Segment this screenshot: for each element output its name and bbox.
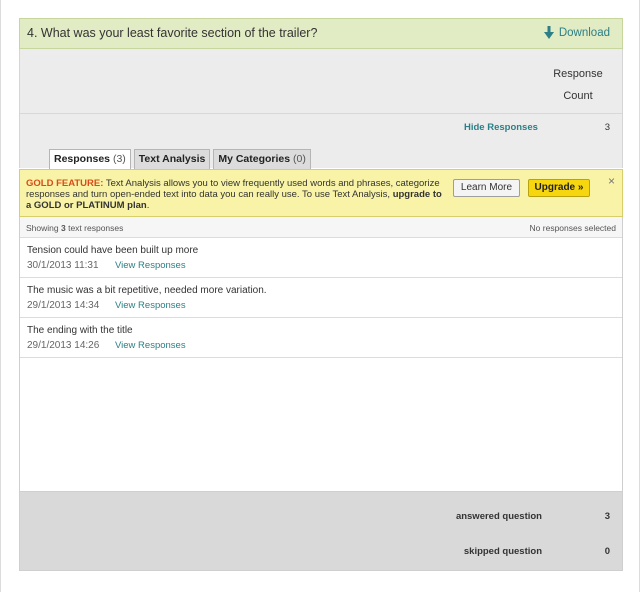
tab-responses[interactable]: Responses (3) bbox=[49, 149, 131, 170]
response-count-label: Response Count bbox=[553, 68, 603, 102]
gold-feature-banner: GOLD FEATURE: Text Analysis allows you t… bbox=[19, 169, 623, 217]
question-header: 4. What was your least favorite section … bbox=[19, 18, 623, 49]
answered-question-value: 3 bbox=[604, 511, 610, 522]
answered-question-label: answered question bbox=[455, 511, 542, 522]
list-item[interactable]: The music was a bit repetitive, needed m… bbox=[20, 278, 622, 318]
question-summary: answered question 3 skipped question 0 bbox=[19, 491, 623, 571]
showing-count-text: Showing 3 text responses bbox=[26, 223, 124, 233]
list-header: Showing 3 text responses No responses se… bbox=[20, 217, 622, 238]
skipped-question-value: 0 bbox=[604, 546, 610, 557]
arrow-down-icon bbox=[543, 26, 554, 39]
responses-list: Showing 3 text responses No responses se… bbox=[19, 217, 623, 492]
responses-count: 3 bbox=[604, 122, 610, 133]
response-text: Tension could have been built up more bbox=[27, 245, 199, 256]
response-date: 30/1/2013 11:31 bbox=[27, 260, 99, 271]
download-label: Download bbox=[558, 26, 610, 39]
response-text: The music was a bit repetitive, needed m… bbox=[27, 285, 267, 296]
view-responses-link[interactable]: View Responses bbox=[115, 260, 186, 271]
response-date: 29/1/2013 14:26 bbox=[27, 340, 100, 351]
question-title: 4. What was your least favorite section … bbox=[27, 26, 318, 40]
tab-text-analysis[interactable]: Text Analysis bbox=[133, 149, 211, 169]
gold-feature-text: GOLD FEATURE: Text Analysis allows you t… bbox=[26, 178, 442, 211]
close-icon[interactable]: × bbox=[608, 174, 615, 188]
tab-bar: Responses (3) Text Analysis My Categorie… bbox=[49, 149, 311, 170]
hide-responses-link[interactable]: Hide Responses bbox=[464, 122, 538, 133]
learn-more-button[interactable]: Learn More bbox=[453, 179, 520, 197]
list-item[interactable]: The ending with the title 29/1/2013 14:2… bbox=[20, 318, 622, 358]
view-responses-link[interactable]: View Responses bbox=[115, 300, 186, 311]
question-panel: 4. What was your least favorite section … bbox=[0, 0, 640, 592]
selection-status: No responses selected bbox=[529, 223, 616, 233]
response-text: The ending with the title bbox=[27, 325, 133, 336]
upgrade-button[interactable]: Upgrade » bbox=[528, 179, 590, 197]
response-count-header: Response Count bbox=[19, 49, 623, 113]
tab-my-categories[interactable]: My Categories (0) bbox=[213, 149, 311, 169]
skipped-question-label: skipped question bbox=[463, 546, 542, 557]
response-date: 29/1/2013 14:34 bbox=[27, 300, 100, 311]
view-responses-link[interactable]: View Responses bbox=[115, 340, 186, 351]
download-link[interactable]: Download bbox=[543, 26, 610, 39]
gold-feature-label: GOLD FEATURE: bbox=[26, 178, 104, 189]
list-item[interactable]: Tension could have been built up more 30… bbox=[20, 238, 622, 278]
